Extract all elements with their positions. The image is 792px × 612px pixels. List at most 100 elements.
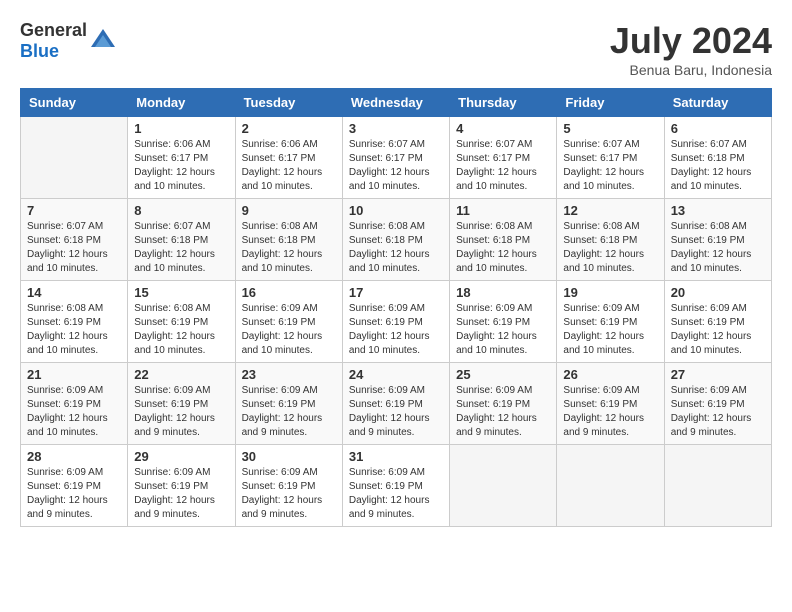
calendar-cell bbox=[664, 445, 771, 527]
day-number: 28 bbox=[27, 449, 121, 464]
calendar-cell: 29Sunrise: 6:09 AMSunset: 6:19 PMDayligh… bbox=[128, 445, 235, 527]
calendar-week-row: 28 Sunrise: 6:09 AMSunset: 6:19 PMDayligh… bbox=[21, 445, 772, 527]
day-info: Sunrise: 6:08 AMSunset: 6:19 PMDaylight:… bbox=[27, 302, 121, 358]
calendar-cell: 31Sunrise: 6:09 AMSunset: 6:19 PMDayligh… bbox=[342, 445, 449, 527]
day-info: Sunrise: 6:09 AMSunset: 6:19 PMDaylight:… bbox=[242, 302, 336, 358]
day-info: Sunrise: 6:07 AMSunset: 6:18 PMDaylight:… bbox=[671, 138, 765, 194]
calendar-cell: 26Sunrise: 6:09 AMSunset: 6:19 PMDayligh… bbox=[557, 363, 664, 445]
calendar-cell: 10 Sunrise: 6:08 AMSunset: 6:18 PMDayligh… bbox=[342, 199, 449, 281]
calendar-cell: 25Sunrise: 6:09 AMSunset: 6:19 PMDayligh… bbox=[450, 363, 557, 445]
day-info: Sunrise: 6:09 AMSunset: 6:19 PMDaylight:… bbox=[563, 384, 657, 440]
day-info: Sunrise: 6:07 AMSunset: 6:18 PMDaylight:… bbox=[134, 220, 228, 276]
calendar-cell: 16 Sunrise: 6:09 AMSunset: 6:19 PMDayligh… bbox=[235, 281, 342, 363]
logo-icon bbox=[89, 27, 117, 55]
calendar-header-row: SundayMondayTuesdayWednesdayThursdayFrid… bbox=[21, 89, 772, 117]
calendar-table: SundayMondayTuesdayWednesdayThursdayFrid… bbox=[20, 88, 772, 527]
calendar-cell bbox=[21, 117, 128, 199]
day-number: 13 bbox=[671, 203, 765, 218]
day-number: 4 bbox=[456, 121, 550, 136]
month-title: July 2024 bbox=[610, 20, 772, 62]
day-info: Sunrise: 6:08 AMSunset: 6:19 PMDaylight:… bbox=[671, 220, 765, 276]
calendar-week-row: 14 Sunrise: 6:08 AMSunset: 6:19 PMDayligh… bbox=[21, 281, 772, 363]
calendar-cell: 5 Sunrise: 6:07 AMSunset: 6:17 PMDaylight… bbox=[557, 117, 664, 199]
day-number: 25 bbox=[456, 367, 550, 382]
calendar-cell bbox=[450, 445, 557, 527]
day-info: Sunrise: 6:09 AMSunset: 6:19 PMDaylight:… bbox=[563, 302, 657, 358]
calendar-cell: 14 Sunrise: 6:08 AMSunset: 6:19 PMDayligh… bbox=[21, 281, 128, 363]
day-info: Sunrise: 6:07 AMSunset: 6:17 PMDaylight:… bbox=[456, 138, 550, 194]
day-info: Sunrise: 6:09 AMSunset: 6:19 PMDaylight:… bbox=[242, 384, 336, 440]
day-number: 10 bbox=[349, 203, 443, 218]
logo-text: General Blue bbox=[20, 20, 87, 62]
day-number: 17 bbox=[349, 285, 443, 300]
day-info: Sunrise: 6:06 AMSunset: 6:17 PMDaylight:… bbox=[134, 138, 228, 194]
day-info: Sunrise: 6:09 AMSunset: 6:19 PMDaylight:… bbox=[671, 302, 765, 358]
day-info: Sunrise: 6:08 AMSunset: 6:18 PMDaylight:… bbox=[349, 220, 443, 276]
calendar-cell: 2Sunrise: 6:06 AMSunset: 6:17 PMDaylight… bbox=[235, 117, 342, 199]
day-info: Sunrise: 6:09 AMSunset: 6:19 PMDaylight:… bbox=[671, 384, 765, 440]
day-number: 11 bbox=[456, 203, 550, 218]
day-number: 2 bbox=[242, 121, 336, 136]
calendar-cell: 22Sunrise: 6:09 AMSunset: 6:19 PMDayligh… bbox=[128, 363, 235, 445]
day-number: 5 bbox=[563, 121, 657, 136]
weekday-header: Saturday bbox=[664, 89, 771, 117]
calendar-cell: 11 Sunrise: 6:08 AMSunset: 6:18 PMDayligh… bbox=[450, 199, 557, 281]
day-number: 16 bbox=[242, 285, 336, 300]
day-info: Sunrise: 6:09 AMSunset: 6:19 PMDaylight:… bbox=[242, 466, 336, 522]
day-info: Sunrise: 6:08 AMSunset: 6:19 PMDaylight:… bbox=[134, 302, 228, 358]
logo-blue: Blue bbox=[20, 41, 59, 61]
day-number: 12 bbox=[563, 203, 657, 218]
day-number: 9 bbox=[242, 203, 336, 218]
calendar-cell: 28 Sunrise: 6:09 AMSunset: 6:19 PMDayligh… bbox=[21, 445, 128, 527]
day-number: 30 bbox=[242, 449, 336, 464]
day-number: 20 bbox=[671, 285, 765, 300]
day-number: 8 bbox=[134, 203, 228, 218]
calendar-cell: 21 Sunrise: 6:09 AMSunset: 6:19 PMDayligh… bbox=[21, 363, 128, 445]
calendar-cell bbox=[557, 445, 664, 527]
page-header: General Blue July 2024 Benua Baru, Indon… bbox=[20, 20, 772, 78]
day-number: 19 bbox=[563, 285, 657, 300]
weekday-header: Thursday bbox=[450, 89, 557, 117]
day-info: Sunrise: 6:07 AMSunset: 6:17 PMDaylight:… bbox=[563, 138, 657, 194]
day-number: 6 bbox=[671, 121, 765, 136]
day-info: Sunrise: 6:09 AMSunset: 6:19 PMDaylight:… bbox=[27, 384, 121, 440]
calendar-cell: 4 Sunrise: 6:07 AMSunset: 6:17 PMDaylight… bbox=[450, 117, 557, 199]
day-number: 31 bbox=[349, 449, 443, 464]
calendar-cell: 6 Sunrise: 6:07 AMSunset: 6:18 PMDaylight… bbox=[664, 117, 771, 199]
weekday-header: Tuesday bbox=[235, 89, 342, 117]
calendar-cell: 19 Sunrise: 6:09 AMSunset: 6:19 PMDayligh… bbox=[557, 281, 664, 363]
day-number: 24 bbox=[349, 367, 443, 382]
day-info: Sunrise: 6:08 AMSunset: 6:18 PMDaylight:… bbox=[456, 220, 550, 276]
calendar-cell: 24 Sunrise: 6:09 AMSunset: 6:19 PMDayligh… bbox=[342, 363, 449, 445]
day-number: 21 bbox=[27, 367, 121, 382]
location-title: Benua Baru, Indonesia bbox=[610, 62, 772, 78]
calendar-week-row: 1Sunrise: 6:06 AMSunset: 6:17 PMDaylight… bbox=[21, 117, 772, 199]
calendar-cell: 17 Sunrise: 6:09 AMSunset: 6:19 PMDayligh… bbox=[342, 281, 449, 363]
day-info: Sunrise: 6:09 AMSunset: 6:19 PMDaylight:… bbox=[349, 302, 443, 358]
day-number: 18 bbox=[456, 285, 550, 300]
calendar-cell: 8 Sunrise: 6:07 AMSunset: 6:18 PMDaylight… bbox=[128, 199, 235, 281]
calendar-cell: 27Sunrise: 6:09 AMSunset: 6:19 PMDayligh… bbox=[664, 363, 771, 445]
day-number: 14 bbox=[27, 285, 121, 300]
day-info: Sunrise: 6:09 AMSunset: 6:19 PMDaylight:… bbox=[134, 466, 228, 522]
calendar-week-row: 21 Sunrise: 6:09 AMSunset: 6:19 PMDayligh… bbox=[21, 363, 772, 445]
calendar-cell: 30 Sunrise: 6:09 AMSunset: 6:19 PMDayligh… bbox=[235, 445, 342, 527]
calendar-cell: 7Sunrise: 6:07 AMSunset: 6:18 PMDaylight… bbox=[21, 199, 128, 281]
logo: General Blue bbox=[20, 20, 117, 62]
calendar-cell: 15 Sunrise: 6:08 AMSunset: 6:19 PMDayligh… bbox=[128, 281, 235, 363]
calendar-cell: 12Sunrise: 6:08 AMSunset: 6:18 PMDayligh… bbox=[557, 199, 664, 281]
calendar-cell: 9 Sunrise: 6:08 AMSunset: 6:18 PMDaylight… bbox=[235, 199, 342, 281]
day-info: Sunrise: 6:09 AMSunset: 6:19 PMDaylight:… bbox=[456, 302, 550, 358]
calendar-cell: 13 Sunrise: 6:08 AMSunset: 6:19 PMDayligh… bbox=[664, 199, 771, 281]
calendar-cell: 1Sunrise: 6:06 AMSunset: 6:17 PMDaylight… bbox=[128, 117, 235, 199]
calendar-cell: 18 Sunrise: 6:09 AMSunset: 6:19 PMDayligh… bbox=[450, 281, 557, 363]
logo-general: General bbox=[20, 20, 87, 40]
weekday-header: Monday bbox=[128, 89, 235, 117]
day-info: Sunrise: 6:09 AMSunset: 6:19 PMDaylight:… bbox=[349, 384, 443, 440]
day-number: 15 bbox=[134, 285, 228, 300]
day-info: Sunrise: 6:09 AMSunset: 6:19 PMDaylight:… bbox=[27, 466, 121, 522]
day-number: 23 bbox=[242, 367, 336, 382]
day-info: Sunrise: 6:08 AMSunset: 6:18 PMDaylight:… bbox=[242, 220, 336, 276]
weekday-header: Sunday bbox=[21, 89, 128, 117]
day-info: Sunrise: 6:07 AMSunset: 6:17 PMDaylight:… bbox=[349, 138, 443, 194]
